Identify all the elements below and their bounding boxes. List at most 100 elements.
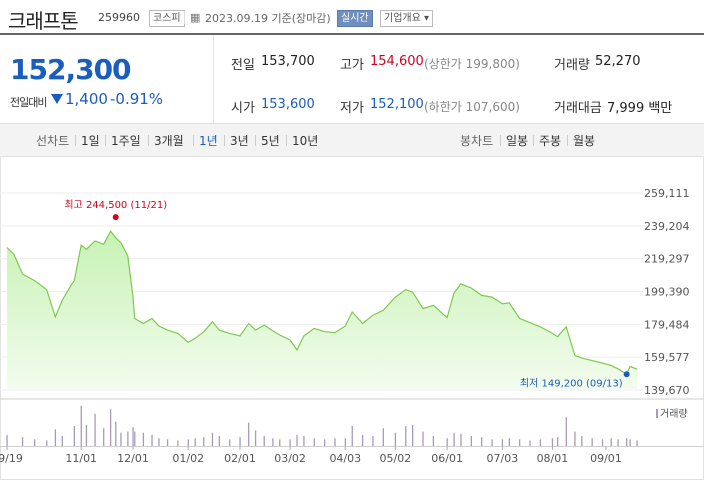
divider (255, 135, 256, 146)
volume-bar (21, 437, 24, 446)
volume-bar (470, 436, 473, 446)
divider (193, 135, 194, 146)
divider (286, 135, 287, 146)
y-tick-label: 179,484 (644, 318, 690, 331)
open-label: 시가 (231, 101, 255, 116)
volume-bar (422, 431, 424, 446)
volume-bar (229, 439, 231, 446)
volume-bar (103, 428, 105, 446)
volume-bar (636, 440, 638, 446)
line-chart-tab[interactable]: 선차트 (36, 132, 69, 149)
volume-bar (289, 439, 291, 446)
volume-bar (134, 431, 136, 446)
down-triangle-icon (51, 94, 63, 104)
volume-bar (313, 438, 315, 446)
low-value: 152,100 (370, 97, 424, 112)
volume-bar (203, 437, 205, 446)
divider (105, 135, 106, 146)
period-1d[interactable]: 1일 (81, 132, 100, 149)
volume-bar (529, 440, 531, 446)
change-amount: 1,400 (65, 90, 108, 108)
volume-bar (142, 432, 145, 446)
volume-bar (551, 438, 554, 446)
stock-name[interactable]: 크래프톤 (8, 5, 79, 34)
period-5y[interactable]: 5년 (261, 132, 280, 149)
open-value: 153,600 (261, 97, 315, 112)
volume-bar (94, 413, 96, 446)
volume-bar (34, 439, 36, 446)
amount-value: 7,999 백만 (607, 101, 673, 116)
candle-daily[interactable]: 일봉 (506, 132, 528, 149)
x-tick-label: 11/01 (65, 452, 97, 465)
base-date: 2023.09.19 기준(장마감) (205, 12, 331, 25)
period-1w[interactable]: 1주일 (111, 132, 141, 149)
price-area (7, 231, 637, 390)
volume-bar (187, 439, 189, 446)
x-tick-label: 05/02 (380, 452, 412, 465)
x-tick-label: 01/02 (172, 452, 204, 465)
low-marker (623, 371, 630, 378)
x-tick-label: 09/19 (0, 452, 23, 465)
volume-bar (272, 438, 274, 446)
volume-bar (372, 436, 374, 446)
chart-tabs: 선차트 1일 1주일 3개월 1년 3년 5년 10년 봉차트 일봉 주봉 월봉 (0, 124, 704, 157)
x-tick-label: 07/03 (487, 452, 519, 465)
volume-bar (610, 438, 612, 446)
volume-bar (539, 439, 542, 446)
volume-bar (446, 438, 448, 446)
volume-legend-swatch (656, 409, 658, 418)
x-tick-label: 09/01 (590, 452, 622, 465)
period-1y[interactable]: 1년 (199, 132, 218, 149)
volume-bar (581, 436, 583, 446)
candle-weekly[interactable]: 주봉 (539, 132, 561, 149)
volume-bar (211, 432, 214, 446)
candle-monthly[interactable]: 월봉 (573, 132, 595, 149)
y-tick-label: 199,390 (644, 286, 690, 299)
volume-bar (166, 439, 169, 446)
volume-bar (194, 438, 196, 446)
volume-bar (132, 427, 134, 446)
divider (567, 135, 568, 146)
prev-close-label: 전일 (231, 58, 255, 73)
candle-chart-tab[interactable]: 봉차트 (460, 132, 493, 149)
volume-bar (85, 424, 88, 446)
volume-bar (115, 421, 117, 446)
y-tick-label: 139,670 (644, 384, 690, 397)
realtime-button[interactable]: 실시간 (337, 10, 373, 27)
prev-close-value: 153,700 (261, 54, 315, 69)
period-3m[interactable]: 3개월 (154, 132, 184, 149)
volume-bar (460, 433, 462, 446)
volume-bar (334, 438, 336, 446)
volume-bar (626, 438, 628, 446)
divider (500, 135, 501, 146)
volume-bar (394, 432, 397, 446)
low-label: 최저 149,200 (09/13) (520, 377, 623, 389)
volume-bar (508, 438, 510, 446)
volume-bar (263, 436, 265, 446)
x-tick-label: 06/01 (431, 452, 463, 465)
divider (148, 135, 149, 146)
volume-bar (601, 439, 604, 446)
divider (75, 135, 76, 146)
lower-limit: (하한가 107,600) (424, 100, 520, 114)
market-badge: 코스피 (149, 10, 185, 27)
volume-bar (46, 440, 48, 446)
x-tick-label: 04/03 (329, 452, 361, 465)
volume-bar (151, 434, 153, 446)
company-info-dropdown[interactable]: 기업개요 ▾ (380, 10, 434, 27)
high-marker (112, 214, 119, 221)
volume-bar (239, 437, 241, 446)
divider (533, 135, 534, 146)
x-tick-label: 08/01 (537, 452, 569, 465)
volume-bar (296, 434, 298, 446)
volume-value: 52,270 (595, 54, 641, 69)
period-3y[interactable]: 3년 (230, 132, 249, 149)
volume-bar (254, 430, 257, 446)
volume-bar (127, 431, 129, 446)
period-10y[interactable]: 10년 (292, 132, 318, 149)
high-label: 최고 244,500 (11/21) (64, 199, 167, 211)
volume-bar (405, 426, 407, 446)
volume-bar (303, 436, 305, 446)
y-tick-label: 239,204 (644, 220, 690, 233)
volume-bar (351, 426, 353, 446)
